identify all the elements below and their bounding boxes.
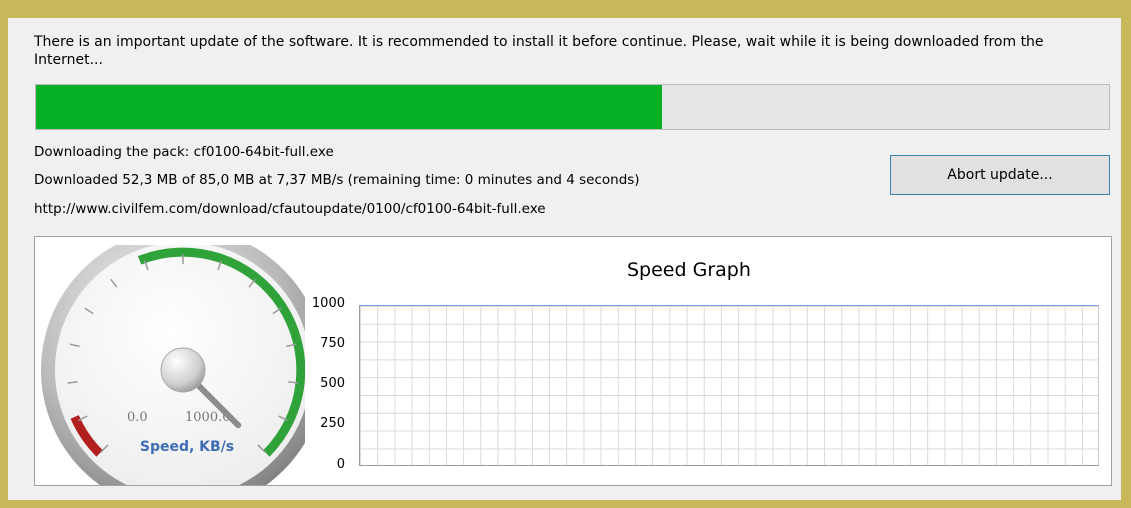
speed-graph-title: Speed Graph — [627, 259, 751, 281]
pack-status-text: Downloading the pack: cf0100-64bit-full.… — [34, 144, 334, 160]
download-progress-bar — [35, 84, 1110, 130]
gauge-caption: Speed, KB/s — [140, 439, 234, 455]
update-window: There is an important update of the soft… — [0, 0, 1131, 508]
speed-panel: 0.0 1000.0 Speed, KB/s Speed Graph 1000 … — [34, 236, 1112, 486]
gauge-min-label: 0.0 — [127, 410, 148, 425]
gauge-knob — [160, 347, 206, 393]
speed-graph-plot-area — [359, 305, 1099, 466]
download-url-text: http://www.civilfem.com/download/cfautou… — [34, 201, 546, 217]
y-tick-label: 0 — [336, 457, 345, 472]
speed-gauge: 0.0 1000.0 Speed, KB/s — [41, 245, 305, 485]
update-dialog: There is an important update of the soft… — [8, 18, 1121, 500]
download-status-text: Downloaded 52,3 MB of 85,0 MB at 7,37 MB… — [34, 172, 640, 188]
y-tick-label: 750 — [320, 336, 345, 351]
update-message: There is an important update of the soft… — [34, 34, 1044, 68]
y-tick-label: 1000 — [311, 296, 345, 311]
abort-update-button[interactable]: Abort update... — [890, 155, 1110, 195]
y-tick-label: 250 — [320, 416, 345, 431]
y-tick-label: 500 — [320, 376, 345, 391]
download-progress-fill — [36, 85, 662, 129]
